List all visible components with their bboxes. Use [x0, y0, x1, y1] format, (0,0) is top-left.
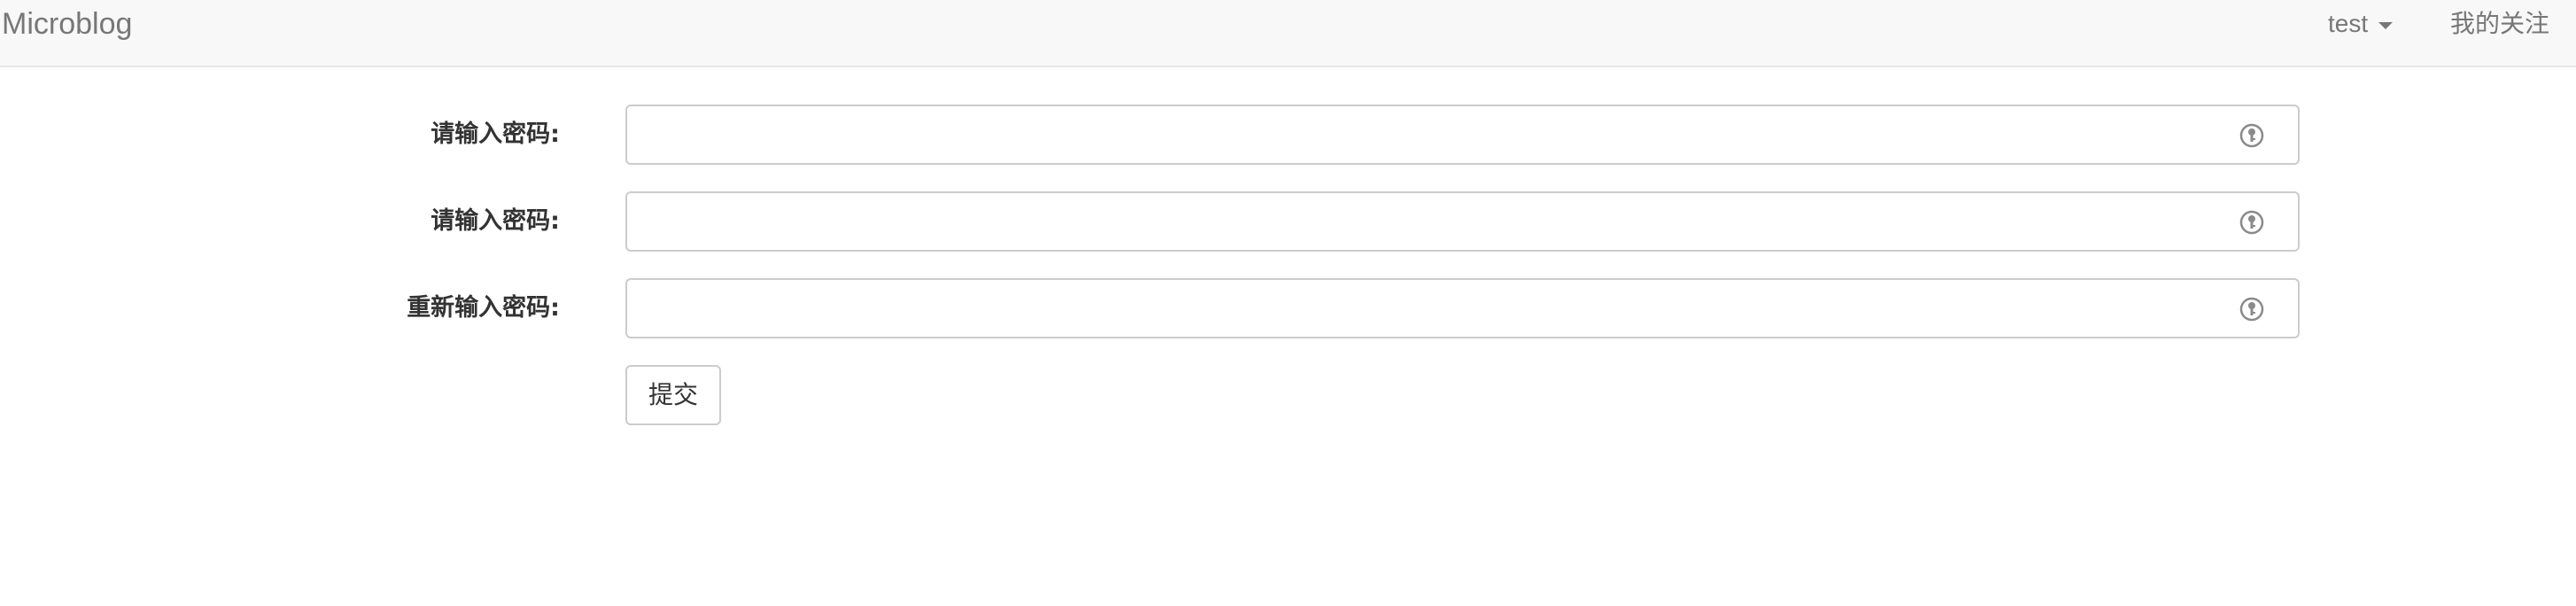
password-label: 请输入密码: — [431, 120, 560, 148]
user-menu-dropdown[interactable]: test — [2328, 0, 2394, 48]
password-input-2[interactable] — [627, 193, 2298, 250]
user-menu-label: test — [2328, 10, 2369, 37]
form-row-confirm-password: 重新输入密码: — [0, 278, 2576, 338]
confirm-password-input[interactable] — [627, 280, 2298, 337]
confirm-password-field-box — [625, 278, 2300, 338]
brand-link[interactable]: Microblog — [2, 0, 132, 48]
submit-button[interactable]: 提交 — [625, 365, 721, 425]
form-row-password: 请输入密码: — [0, 105, 2576, 165]
caret-down-icon — [2378, 21, 2394, 29]
confirm-password-label: 重新输入密码: — [407, 294, 560, 322]
password-input[interactable] — [627, 106, 2298, 163]
key-icon[interactable] — [2239, 122, 2264, 149]
form-row-password-2: 请输入密码: — [0, 191, 2576, 252]
password-label-2: 请输入密码: — [431, 207, 560, 235]
key-icon[interactable] — [2239, 209, 2264, 236]
key-icon[interactable] — [2239, 296, 2264, 322]
nav-link-following[interactable]: 我的关注 — [2450, 0, 2549, 48]
password-field-box — [625, 105, 2300, 165]
navbar: Microblog test 我的关注 — [0, 0, 2576, 67]
password-field-box-2 — [625, 191, 2300, 252]
